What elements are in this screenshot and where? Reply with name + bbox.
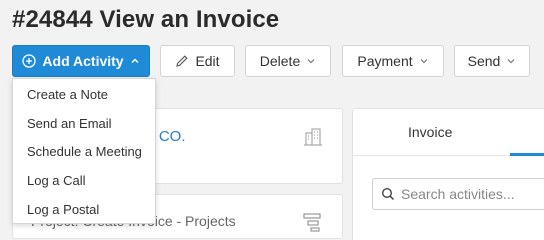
- activity-search-box: [372, 178, 544, 210]
- payment-button[interactable]: Payment: [342, 45, 444, 77]
- menu-item-schedule-meeting[interactable]: Schedule a Meeting: [13, 137, 155, 166]
- delete-button[interactable]: Delete: [245, 45, 331, 77]
- chevron-down-icon: [507, 59, 515, 64]
- add-activity-label: Add Activity: [42, 53, 124, 69]
- delete-label: Delete: [259, 53, 301, 69]
- menu-item-log-call[interactable]: Log a Call: [13, 166, 155, 195]
- add-activity-menu: Create a Note Send an Email Schedule a M…: [12, 78, 156, 224]
- menu-item-create-note[interactable]: Create a Note: [13, 80, 155, 109]
- payment-label: Payment: [357, 53, 413, 69]
- send-button[interactable]: Send: [454, 45, 530, 77]
- menu-item-log-postal[interactable]: Log a Postal: [13, 195, 155, 224]
- tab-invoice[interactable]: Invoice: [408, 124, 452, 140]
- pencil-icon: [176, 55, 189, 67]
- send-label: Send: [467, 53, 501, 69]
- page-title: #24844 View an Invoice: [12, 6, 280, 33]
- building-icon: [304, 128, 322, 146]
- add-activity-button[interactable]: Add Activity: [12, 45, 150, 77]
- active-tab-indicator: [510, 153, 544, 156]
- search-icon: [381, 187, 395, 201]
- activity-search-input[interactable]: [401, 186, 541, 202]
- chevron-up-icon: [131, 58, 139, 63]
- edit-label: Edit: [195, 53, 220, 69]
- hierarchy-icon: [303, 213, 321, 232]
- menu-item-send-email[interactable]: Send an Email: [13, 109, 155, 138]
- chevron-down-icon: [420, 59, 428, 64]
- chevron-down-icon: [307, 59, 315, 64]
- plus-circle-icon: [22, 54, 37, 68]
- edit-button[interactable]: Edit: [160, 45, 235, 77]
